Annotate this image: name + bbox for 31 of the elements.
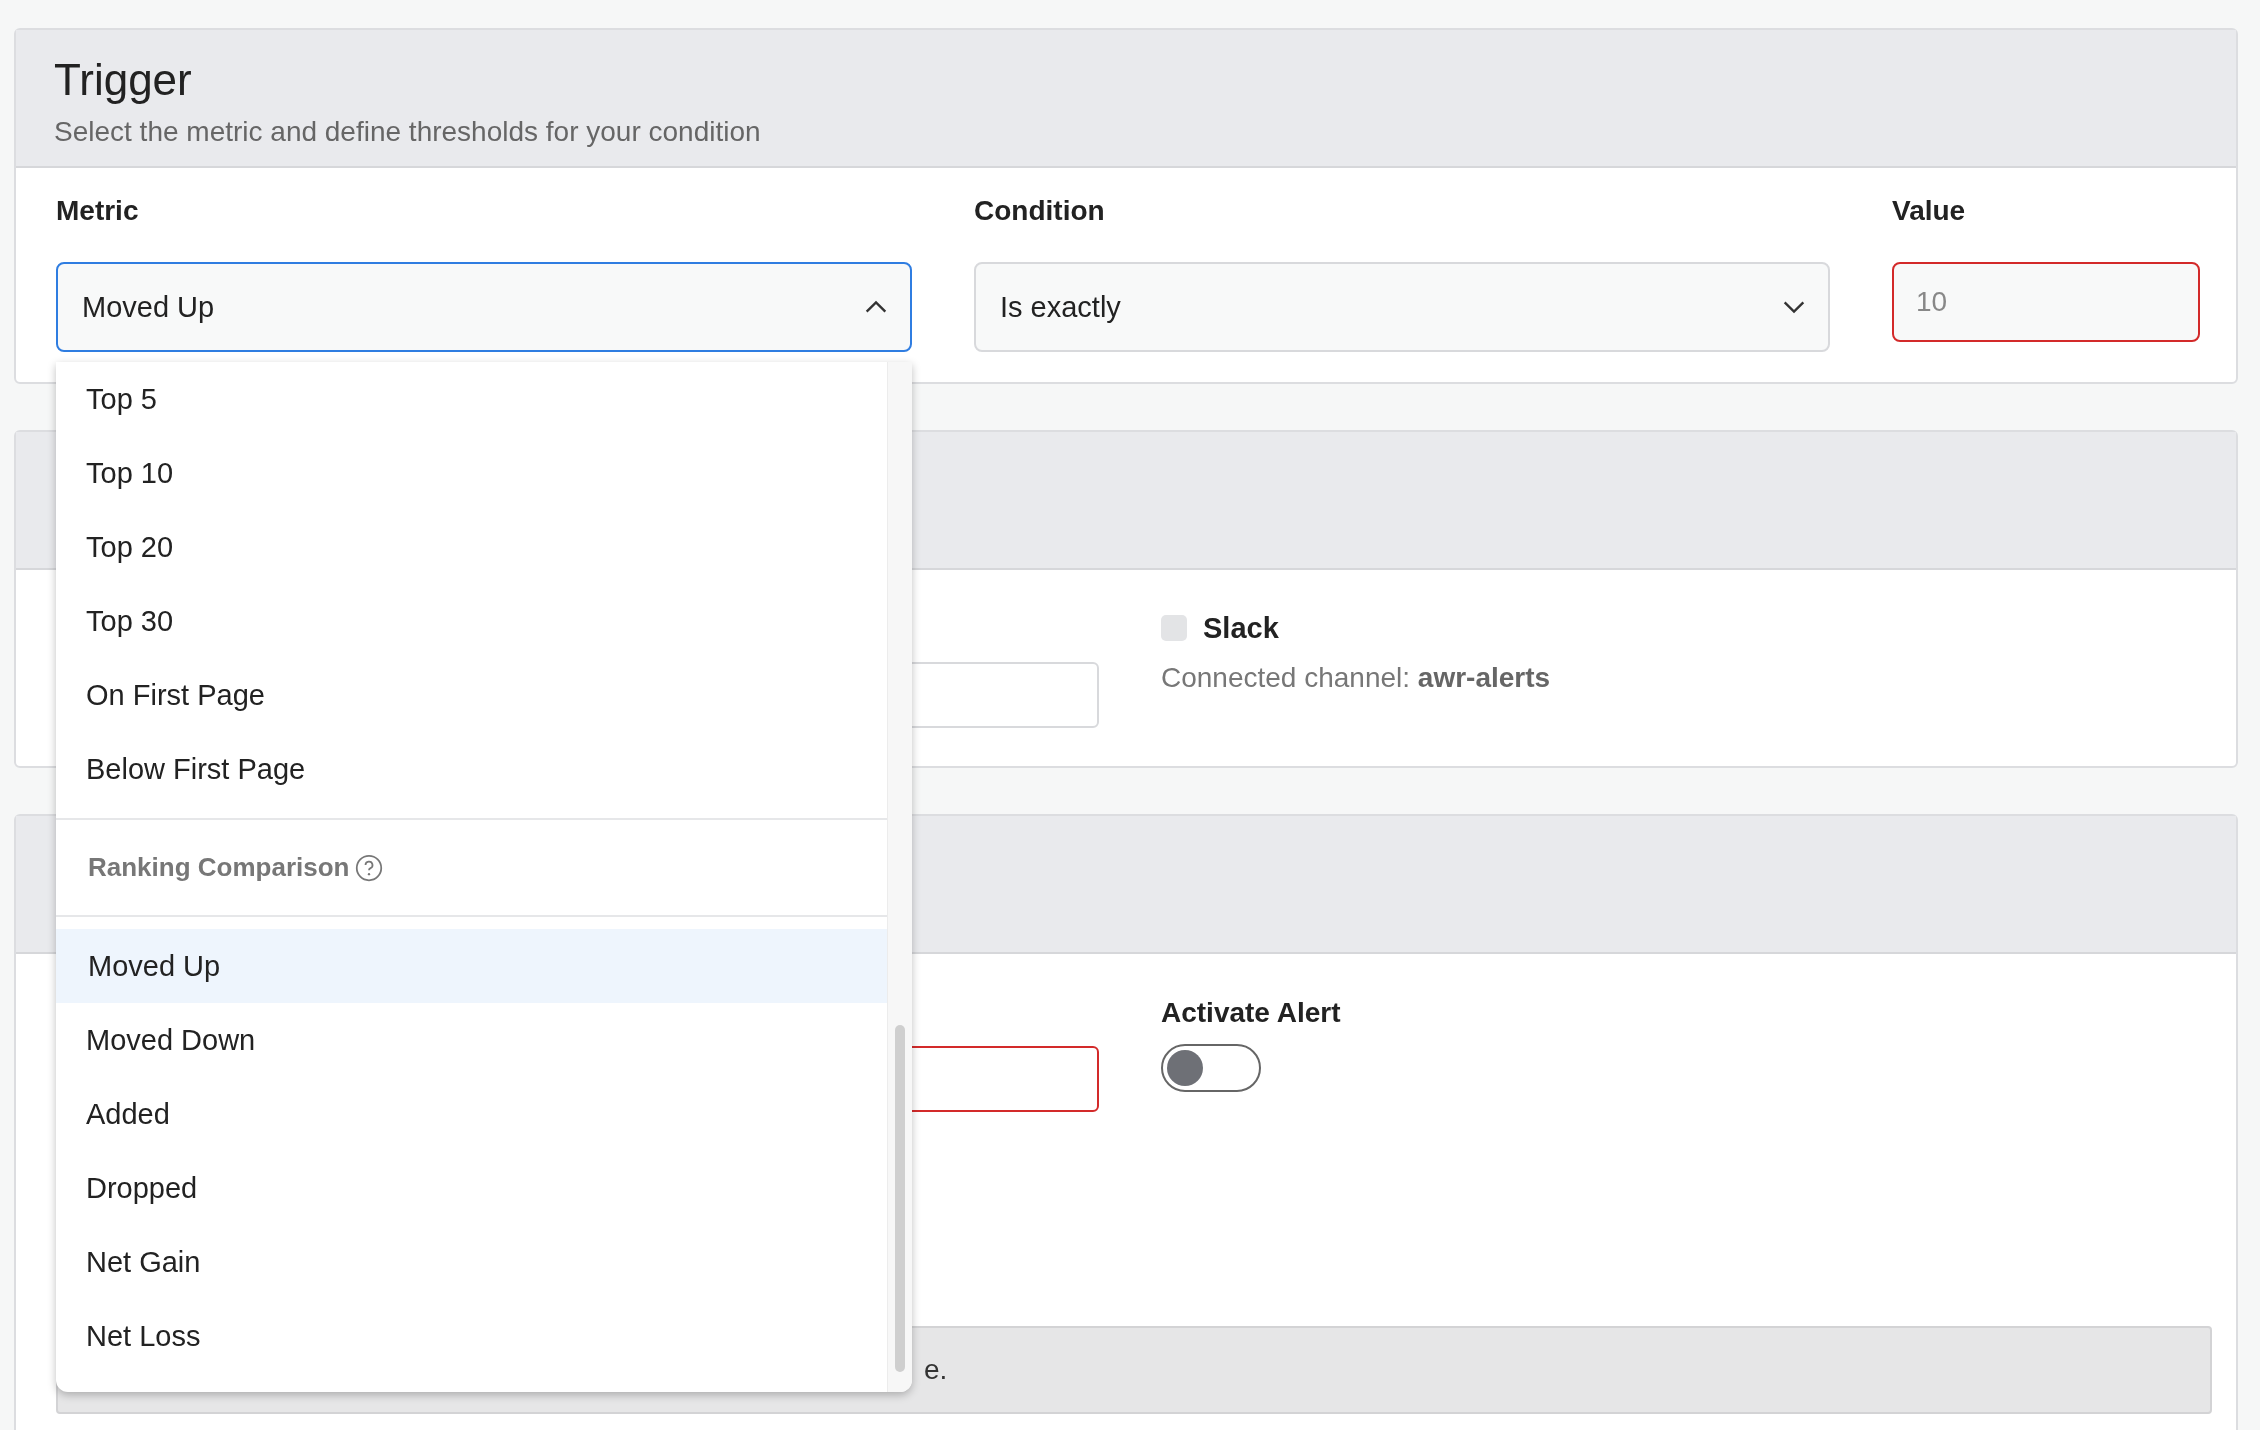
toggle-switch[interactable] — [1161, 1044, 1261, 1092]
dropdown-option[interactable]: Net Gain — [56, 1225, 888, 1299]
condition-select[interactable]: Is exactly — [974, 262, 1830, 352]
dropdown-option[interactable]: Below First Page — [56, 732, 888, 806]
value-field[interactable]: 10 — [1892, 262, 2200, 342]
chevron-up-icon — [864, 300, 888, 314]
dropdown-option[interactable]: Top 30 — [56, 584, 888, 658]
dropdown-option[interactable]: Net Loss — [56, 1299, 888, 1373]
help-icon — [355, 853, 384, 882]
scrollbar[interactable] — [887, 362, 912, 1392]
dropdown-option[interactable]: Top 10 — [56, 436, 888, 510]
dropdown-option[interactable]: Top 5 — [56, 362, 888, 436]
dropdown-option[interactable]: Top 20 — [56, 510, 888, 584]
field-label: Value — [1892, 194, 1966, 228]
panel-title: Trigger — [54, 54, 193, 106]
panel-subtitle: Select the metric and define thresholds for your condition — [54, 116, 762, 148]
dropdown-option[interactable]: Moved Up — [56, 929, 888, 1003]
channel-text: Connected channel: awr-alerts — [1161, 662, 1551, 694]
metric-select[interactable]: Moved Up — [56, 262, 912, 352]
checkbox[interactable] — [1161, 615, 1187, 641]
checkbox-label: Slack — [1203, 611, 1279, 646]
field-label: Condition — [974, 194, 1105, 228]
dropdown-option[interactable]: On First Page — [56, 658, 888, 732]
chevron-down-icon — [1782, 300, 1806, 314]
dropdown-option[interactable]: Dropped — [56, 1151, 888, 1225]
dropdown-option[interactable]: Added — [56, 1077, 888, 1151]
field-label: Metric — [56, 194, 139, 228]
toggle-label: Activate Alert — [1161, 996, 1341, 1030]
group-heading: Ranking Comparison — [88, 852, 350, 883]
info-text: e. — [924, 1354, 948, 1386]
dropdown-option[interactable]: Moved Down — [56, 1003, 888, 1077]
